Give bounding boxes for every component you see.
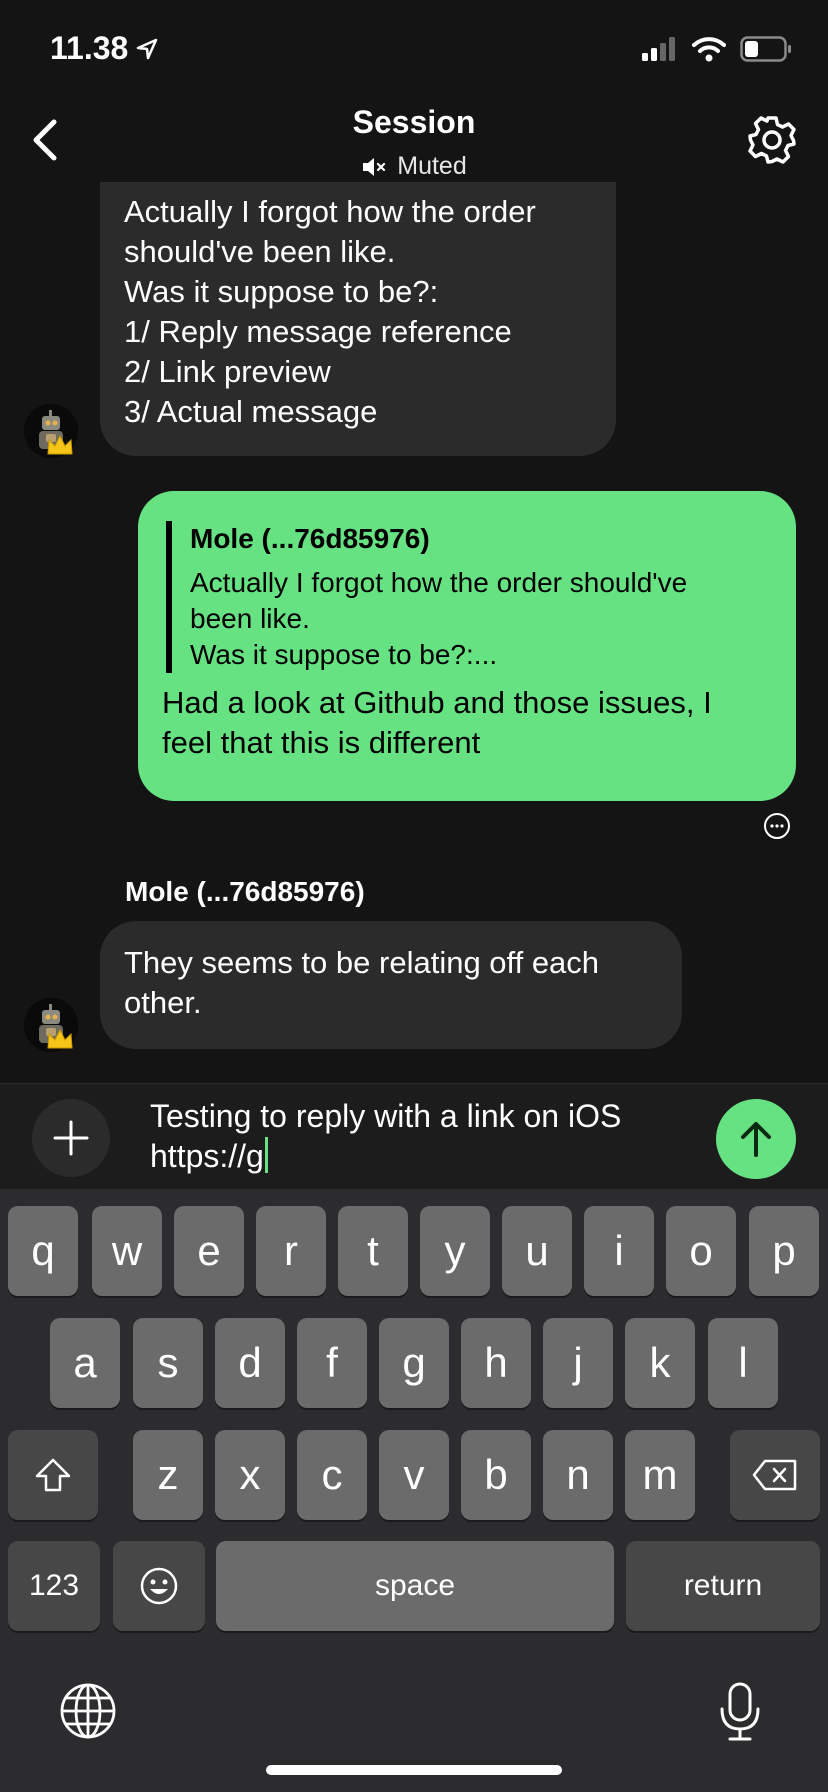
message-line: They seems to be relating off each <box>124 945 600 980</box>
key-m[interactable]: m <box>625 1430 695 1520</box>
key-f[interactable]: f <box>297 1318 367 1408</box>
dictation-button[interactable] <box>712 1677 768 1747</box>
quoted-message[interactable]: Mole (...76d85976) Actually I forgot how… <box>166 521 772 673</box>
numbers-key[interactable]: 123 <box>8 1541 100 1631</box>
message-input-line: Testing to reply with a link on iOS <box>150 1098 622 1134</box>
key-h[interactable]: h <box>461 1318 531 1408</box>
battery-icon <box>740 36 791 62</box>
message-line: 1/ Reply message reference <box>124 314 512 349</box>
key-i[interactable]: i <box>584 1206 654 1296</box>
sender-name: Mole (...76d85976) <box>125 876 365 907</box>
key-b[interactable]: b <box>461 1430 531 1520</box>
key-u[interactable]: u <box>502 1206 572 1296</box>
text-cursor <box>264 1137 268 1173</box>
backspace-key[interactable] <box>730 1430 820 1520</box>
key-e[interactable]: e <box>174 1206 244 1296</box>
quote-line: been like. <box>190 603 310 634</box>
backspace-icon <box>752 1459 797 1491</box>
return-key[interactable]: return <box>626 1541 820 1631</box>
message-line: Actually I forgot how the order <box>124 194 536 229</box>
key-k[interactable]: k <box>625 1318 695 1408</box>
message-bubble-outgoing[interactable]: Mole (...76d85976) Actually I forgot how… <box>138 491 796 801</box>
message-bubble-incoming[interactable]: They seems to be relating off each other… <box>100 921 682 1049</box>
key-q[interactable]: q <box>8 1206 78 1296</box>
status-icons <box>642 36 792 62</box>
message-body: Had a look at Github and those issues, I… <box>162 683 772 763</box>
message-input-line-text: https://g <box>150 1138 264 1174</box>
key-w[interactable]: w <box>92 1206 162 1296</box>
signal-icon <box>642 37 675 61</box>
attachment-button[interactable] <box>32 1099 110 1177</box>
key-c[interactable]: c <box>297 1430 367 1520</box>
mute-status: Muted <box>0 152 828 181</box>
quote-line: Actually I forgot how the order should'v… <box>190 567 688 598</box>
key-r[interactable]: r <box>256 1206 326 1296</box>
message-line: feel that this is different <box>162 725 481 760</box>
message-bubble-incoming[interactable]: Actually I forgot how the order should'v… <box>100 182 616 456</box>
message-line: Had a look at Github and those issues, I <box>162 685 712 720</box>
key-l[interactable]: l <box>708 1318 778 1408</box>
keyboard: q w e r t y u i o p a s d f g h j k l z … <box>0 1189 828 1792</box>
key-x[interactable]: x <box>215 1430 285 1520</box>
globe-button[interactable] <box>56 1679 120 1743</box>
key-o[interactable]: o <box>666 1206 736 1296</box>
message-line: 3/ Actual message <box>124 394 378 429</box>
arrow-up-icon <box>741 1122 771 1157</box>
message-status-sending-icon <box>763 812 791 840</box>
shift-key[interactable] <box>8 1430 98 1520</box>
message-input-line: https://g <box>150 1136 710 1176</box>
gear-icon <box>748 116 796 164</box>
status-time-text: 11.38 <box>50 30 129 66</box>
key-s[interactable]: s <box>133 1318 203 1408</box>
space-key[interactable]: space <box>216 1541 614 1631</box>
admin-crown-icon <box>46 434 74 456</box>
shift-icon <box>35 1458 71 1492</box>
key-p[interactable]: p <box>749 1206 819 1296</box>
key-v[interactable]: v <box>379 1430 449 1520</box>
key-t[interactable]: t <box>338 1206 408 1296</box>
message-composer: Testing to reply with a link on iOS http… <box>0 1083 828 1190</box>
location-arrow-icon <box>137 38 158 59</box>
quote-author: Mole (...76d85976) <box>190 523 430 554</box>
key-n[interactable]: n <box>543 1430 613 1520</box>
message-line: other. <box>124 985 202 1020</box>
send-button[interactable] <box>716 1099 796 1179</box>
conversation-header: Session Muted <box>0 100 828 184</box>
muted-speaker-icon <box>363 157 386 176</box>
status-bar: 11.38 <box>0 0 828 100</box>
message-line: 2/ Link preview <box>124 354 331 389</box>
quote-line: Was it suppose to be?:... <box>190 639 498 670</box>
message-input[interactable]: Testing to reply with a link on iOS http… <box>150 1096 710 1176</box>
status-time: 11.38 <box>50 30 158 67</box>
key-a[interactable]: a <box>50 1318 120 1408</box>
emoji-icon <box>140 1567 178 1605</box>
key-z[interactable]: z <box>133 1430 203 1520</box>
emoji-key[interactable] <box>113 1541 205 1631</box>
globe-icon <box>60 1683 116 1739</box>
mute-status-label: Muted <box>397 152 467 180</box>
message-line: Was it suppose to be?: <box>124 274 439 309</box>
admin-crown-icon <box>46 1028 74 1050</box>
message-line: should've been like. <box>124 234 396 269</box>
key-g[interactable]: g <box>379 1318 449 1408</box>
microphone-icon <box>720 1682 760 1741</box>
key-j[interactable]: j <box>543 1318 613 1408</box>
key-d[interactable]: d <box>215 1318 285 1408</box>
settings-button[interactable] <box>744 112 800 168</box>
wifi-icon <box>692 37 726 62</box>
quote-text: Actually I forgot how the order should'v… <box>190 565 772 673</box>
key-y[interactable]: y <box>420 1206 490 1296</box>
home-indicator[interactable] <box>266 1765 562 1775</box>
plus-icon <box>53 1120 89 1156</box>
conversation-title: Session <box>352 104 476 140</box>
